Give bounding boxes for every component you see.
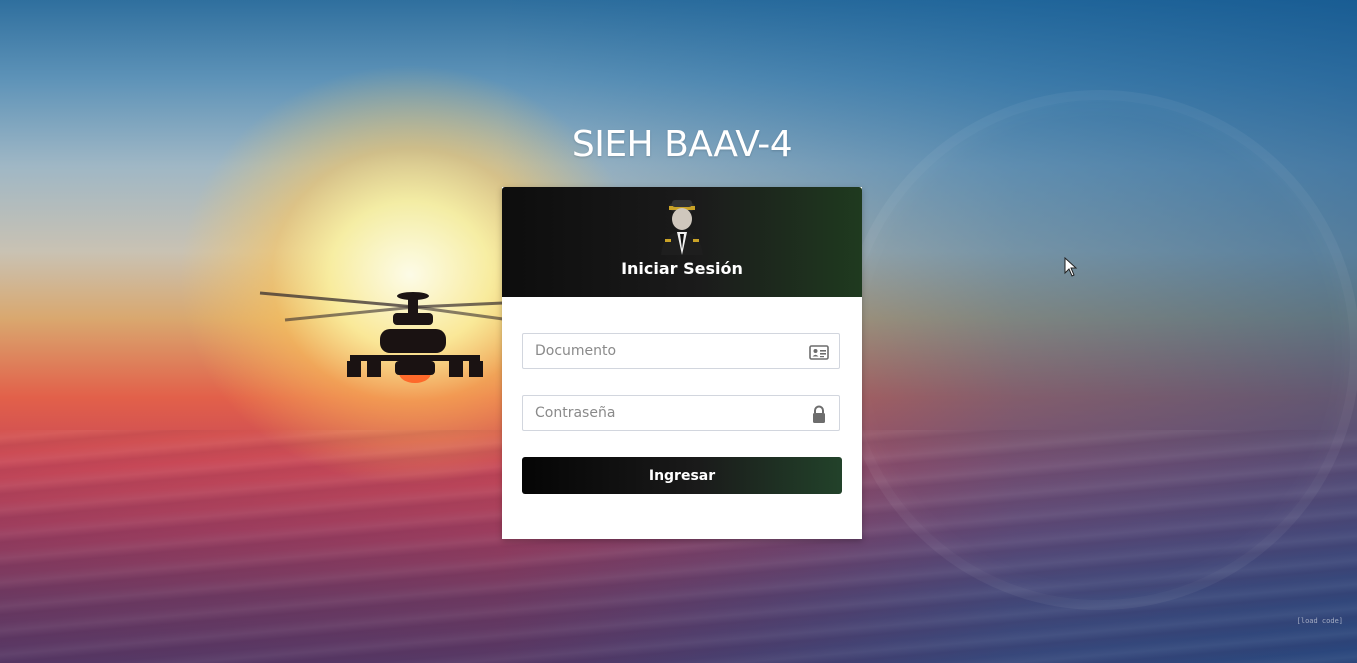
id-card-icon [809, 345, 829, 360]
app-title: SIEH BAAV-4 [571, 124, 793, 165]
officer-avatar-icon [661, 200, 703, 255]
mouse-cursor-icon [1064, 257, 1078, 277]
login-title: Iniciar Sesión [621, 259, 743, 278]
login-button[interactable]: Ingresar [522, 457, 842, 494]
helicopter-silhouette [259, 291, 504, 383]
footer-code: [load code] [1296, 617, 1343, 625]
document-input[interactable] [523, 334, 817, 368]
login-card: Iniciar Sesión Ingresar [502, 187, 862, 539]
password-field [522, 395, 840, 431]
login-card-header: Iniciar Sesión [502, 187, 862, 297]
lock-icon [813, 405, 825, 423]
password-input[interactable] [523, 396, 817, 430]
document-field [522, 333, 840, 369]
